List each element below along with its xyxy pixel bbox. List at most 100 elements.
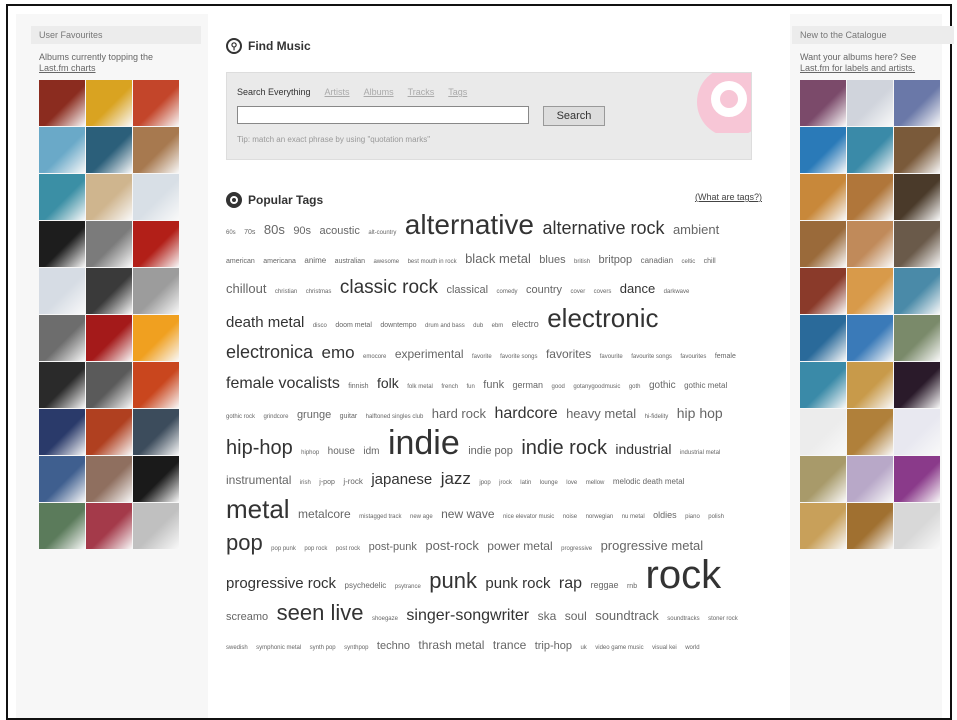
favourite-album-cover[interactable] xyxy=(39,174,85,220)
tag-link[interactable]: american xyxy=(226,258,255,265)
favourite-album-cover[interactable] xyxy=(86,80,132,126)
tag-link[interactable]: gothic metal xyxy=(684,381,727,390)
tag-link[interactable]: chillout xyxy=(226,281,266,296)
catalogue-album-cover[interactable] xyxy=(800,174,846,220)
tag-link[interactable]: oldies xyxy=(653,510,677,520)
catalogue-album-cover[interactable] xyxy=(800,127,846,173)
tag-link[interactable]: darkwave xyxy=(664,289,690,295)
favourite-album-cover[interactable] xyxy=(39,268,85,314)
search-button[interactable]: Search xyxy=(543,106,605,126)
favourite-album-cover[interactable] xyxy=(133,315,179,361)
catalogue-album-cover[interactable] xyxy=(847,315,893,361)
favourite-album-cover[interactable] xyxy=(86,127,132,173)
tag-link[interactable]: seen live xyxy=(277,600,364,625)
tag-link[interactable]: house xyxy=(328,446,355,457)
tag-link[interactable]: punk rock xyxy=(485,575,550,592)
tag-link[interactable]: uk xyxy=(580,645,586,651)
favourite-album-cover[interactable] xyxy=(86,268,132,314)
tag-link[interactable]: norwegian xyxy=(586,514,614,520)
tag-link[interactable]: pop punk xyxy=(271,546,296,552)
favourite-album-cover[interactable] xyxy=(133,268,179,314)
tag-link[interactable]: thrash metal xyxy=(418,638,484,652)
favourite-album-cover[interactable] xyxy=(133,456,179,502)
tag-link[interactable]: drum and bass xyxy=(425,323,465,329)
tag-link[interactable]: synthpop xyxy=(344,645,368,651)
favourite-album-cover[interactable] xyxy=(39,315,85,361)
tag-link[interactable]: trance xyxy=(493,638,526,652)
favourite-album-cover[interactable] xyxy=(86,503,132,549)
tag-link[interactable]: americana xyxy=(263,258,296,265)
tag-link[interactable]: gothic xyxy=(649,380,676,391)
favourite-album-cover[interactable] xyxy=(39,456,85,502)
tag-link[interactable]: disco xyxy=(313,323,327,329)
favourite-album-cover[interactable] xyxy=(39,503,85,549)
tag-link[interactable]: jpop xyxy=(479,480,490,486)
tag-link[interactable]: hip-hop xyxy=(226,437,293,459)
favourite-album-cover[interactable] xyxy=(133,221,179,267)
tag-link[interactable]: rock xyxy=(646,553,722,597)
tag-link[interactable]: visual kei xyxy=(652,645,677,651)
tag-link[interactable]: progressive rock xyxy=(226,575,336,592)
tag-link[interactable]: polish xyxy=(708,514,724,520)
tag-link[interactable]: post-rock xyxy=(425,538,478,553)
tag-link[interactable]: christian xyxy=(275,289,297,295)
tag-link[interactable]: instrumental xyxy=(226,473,291,487)
tag-link[interactable]: jazz xyxy=(441,469,471,488)
tag-link[interactable]: trip-hop xyxy=(535,640,572,652)
tag-link[interactable]: industrial xyxy=(615,441,671,457)
tag-link[interactable]: awesome xyxy=(373,259,399,265)
tag-link[interactable]: singer-songwriter xyxy=(406,607,529,624)
tab-albums[interactable]: Albums xyxy=(364,87,394,97)
catalogue-album-cover[interactable] xyxy=(894,174,940,220)
catalogue-album-cover[interactable] xyxy=(800,503,846,549)
tag-link[interactable]: irish xyxy=(300,480,311,486)
tag-link[interactable]: 90s xyxy=(293,225,311,237)
tag-link[interactable]: hi-fidelity xyxy=(645,414,669,420)
tag-link[interactable]: classical xyxy=(446,284,488,296)
tag-link[interactable]: funk xyxy=(483,379,504,391)
tag-link[interactable]: progressive xyxy=(561,546,592,552)
tag-link[interactable]: british xyxy=(574,259,590,265)
catalogue-album-cover[interactable] xyxy=(894,315,940,361)
labels-artists-link[interactable]: Last.fm for labels and artists. xyxy=(800,63,915,73)
tag-link[interactable]: gotanygoodmusic xyxy=(573,384,620,390)
catalogue-album-cover[interactable] xyxy=(800,221,846,267)
tag-link[interactable]: favourite xyxy=(600,354,623,360)
catalogue-album-cover[interactable] xyxy=(894,456,940,502)
tab-tracks[interactable]: Tracks xyxy=(408,87,435,97)
tag-link[interactable]: classic rock xyxy=(340,277,438,298)
catalogue-album-cover[interactable] xyxy=(847,409,893,455)
tag-link[interactable]: electro xyxy=(512,319,539,329)
tag-link[interactable]: blues xyxy=(539,254,565,266)
tag-link[interactable]: french xyxy=(441,384,458,390)
tag-link[interactable]: psytrance xyxy=(395,584,421,590)
tag-link[interactable]: j-rock xyxy=(343,477,363,486)
favourite-album-cover[interactable] xyxy=(86,362,132,408)
tag-link[interactable]: 70s xyxy=(244,229,255,236)
favourite-album-cover[interactable] xyxy=(39,362,85,408)
tag-link[interactable]: grunge xyxy=(297,409,331,421)
tag-link[interactable]: downtempo xyxy=(380,322,416,329)
favourite-album-cover[interactable] xyxy=(133,174,179,220)
tag-link[interactable]: hip hop xyxy=(677,405,723,421)
catalogue-album-cover[interactable] xyxy=(847,503,893,549)
tag-link[interactable]: black metal xyxy=(465,251,531,266)
tag-link[interactable]: german xyxy=(513,380,544,390)
tab-artists[interactable]: Artists xyxy=(325,87,350,97)
catalogue-album-cover[interactable] xyxy=(847,362,893,408)
tag-link[interactable]: hiphop xyxy=(301,450,319,456)
tag-link[interactable]: canadian xyxy=(641,256,673,265)
tag-link[interactable]: new wave xyxy=(441,507,494,521)
tag-link[interactable]: dub xyxy=(473,323,483,329)
catalogue-album-cover[interactable] xyxy=(894,80,940,126)
tag-link[interactable]: lounge xyxy=(540,480,558,486)
tag-link[interactable]: emocore xyxy=(363,354,386,360)
catalogue-album-cover[interactable] xyxy=(800,315,846,361)
tag-link[interactable]: 80s xyxy=(264,222,285,237)
catalogue-album-cover[interactable] xyxy=(894,221,940,267)
tag-link[interactable]: indie pop xyxy=(468,445,513,457)
tag-link[interactable]: post-punk xyxy=(369,541,417,553)
tag-link[interactable]: ebm xyxy=(492,323,504,329)
favourite-album-cover[interactable] xyxy=(133,80,179,126)
catalogue-album-cover[interactable] xyxy=(847,456,893,502)
